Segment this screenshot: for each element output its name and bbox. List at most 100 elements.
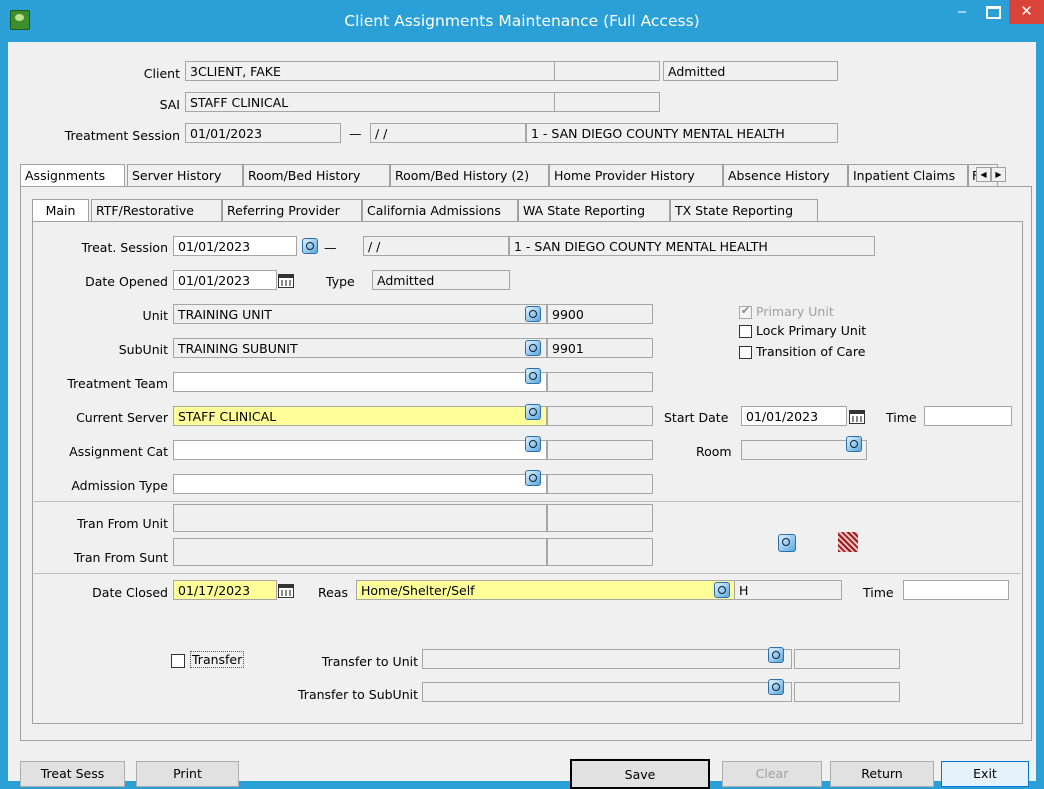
sai-field: STAFF CLINICAL (185, 92, 555, 112)
admission-type-code-field (547, 474, 653, 494)
lookup-icon[interactable] (302, 238, 318, 254)
treat-session-org-field: 1 - SAN DIEGO COUNTY MENTAL HEALTH (509, 236, 875, 256)
treat-sess-button[interactable]: Treat Sess (20, 761, 125, 787)
start-time-input[interactable] (924, 406, 1012, 426)
lookup-icon[interactable] (714, 582, 730, 598)
tab-absence-history[interactable]: Absence History (723, 164, 848, 186)
room-label: Room (696, 444, 732, 459)
maximize-button[interactable] (978, 0, 1008, 24)
tran-from-sunt-code-field (547, 538, 653, 566)
lookup-icon[interactable] (768, 647, 784, 663)
subunit-label: SubUnit (118, 342, 168, 357)
lookup-icon[interactable] (525, 306, 541, 322)
scroll-right-icon[interactable]: ▶ (991, 167, 1006, 182)
current-server-input[interactable]: STAFF CLINICAL (173, 406, 547, 426)
admission-type-label: Admission Type (71, 478, 168, 493)
treat-session-dash: — (324, 240, 337, 255)
primary-unit-label: Primary Unit (756, 304, 834, 319)
calendar-icon[interactable] (278, 274, 294, 288)
separator (32, 501, 1021, 502)
close-button[interactable]: ✕ (1009, 0, 1044, 24)
tab-wa-state-reporting[interactable]: WA State Reporting (518, 199, 670, 221)
treatment-team-code-field (547, 372, 653, 392)
calendar-icon[interactable] (849, 410, 865, 424)
window-title: Client Assignments Maintenance (Full Acc… (344, 12, 700, 30)
reas-label: Reas (318, 585, 348, 600)
treat-session-start-input[interactable]: 01/01/2023 (173, 236, 297, 256)
treatment-session-end-field: / / (370, 123, 526, 143)
closed-time-label: Time (863, 585, 894, 600)
transition-of-care-checkbox[interactable] (739, 346, 752, 359)
lookup-icon[interactable] (778, 534, 796, 552)
start-date-label: Start Date (664, 410, 729, 425)
start-time-label: Time (886, 410, 917, 425)
treatment-team-input[interactable] (173, 372, 547, 392)
tab-room-bed-history-2[interactable]: Room/Bed History (2) (390, 164, 549, 186)
scroll-left-icon[interactable]: ◀ (976, 167, 991, 182)
subunit-field: TRAINING SUBUNIT (173, 338, 547, 358)
lookup-icon[interactable] (525, 404, 541, 420)
transfer-to-subunit-label: Transfer to SubUnit (298, 687, 418, 702)
treatment-session-label: Treatment Session (64, 128, 180, 143)
reason-input[interactable]: Home/Shelter/Self (356, 580, 736, 600)
tab-california-admissions[interactable]: California Admissions (362, 199, 518, 221)
inner-tab-strip: Main RTF/Restorative Referring Provider … (32, 199, 832, 222)
treat-session-end-field: / / (363, 236, 509, 256)
unit-code-field: 9900 (547, 304, 653, 324)
exit-button[interactable]: Exit (941, 761, 1029, 787)
tab-inpatient-claims[interactable]: Inpatient Claims (848, 164, 968, 186)
transfer-to-unit-label: Transfer to Unit (321, 654, 418, 669)
outer-tab-strip: Assignments Server History Room/Bed Hist… (20, 164, 1030, 187)
calendar-icon[interactable] (278, 584, 294, 598)
date-closed-label: Date Closed (92, 585, 168, 600)
sai-blank-field (554, 92, 660, 112)
transfer-to-unit-field (422, 649, 792, 669)
separator (32, 573, 1021, 574)
lookup-icon[interactable] (525, 470, 541, 486)
closed-time-input[interactable] (903, 580, 1009, 600)
tab-server-history[interactable]: Server History (127, 164, 243, 186)
tab-assignments[interactable]: Assignments (20, 164, 125, 187)
clear-button[interactable]: Clear (722, 761, 822, 787)
date-closed-input[interactable]: 01/17/2023 (173, 580, 277, 600)
transfer-checkbox[interactable] (171, 654, 185, 668)
lookup-icon[interactable] (846, 436, 862, 452)
return-button[interactable]: Return (830, 761, 934, 787)
date-opened-input[interactable]: 01/01/2023 (173, 270, 277, 290)
minimize-button[interactable]: ‒ (948, 0, 976, 24)
tran-from-unit-code-field (547, 504, 653, 532)
unit-field: TRAINING UNIT (173, 304, 547, 324)
type-field: Admitted (372, 270, 510, 290)
tab-tx-state-reporting[interactable]: TX State Reporting (670, 199, 818, 221)
lookup-icon[interactable] (525, 436, 541, 452)
lookup-icon[interactable] (768, 679, 784, 695)
treatment-team-label: Treatment Team (67, 376, 168, 391)
window-body: Client 3CLIENT, FAKE Admitted SAI STAFF … (8, 42, 1036, 789)
lookup-icon[interactable] (525, 368, 541, 384)
lock-primary-unit-checkbox[interactable] (739, 325, 752, 338)
delete-icon[interactable] (838, 532, 858, 552)
print-button[interactable]: Print (136, 761, 239, 787)
tran-from-sunt-field (173, 538, 547, 566)
tab-referring-provider[interactable]: Referring Provider (222, 199, 362, 221)
start-date-input[interactable]: 01/01/2023 (741, 406, 847, 426)
client-label: Client (143, 66, 180, 81)
maximize-icon (985, 6, 1001, 19)
client-blank-field (554, 61, 660, 81)
tran-from-sunt-label: Tran From Sunt (73, 550, 168, 565)
assignment-cat-label: Assignment Cat (69, 444, 168, 459)
tab-room-bed-history[interactable]: Room/Bed History (243, 164, 390, 186)
tab-main[interactable]: Main (32, 199, 89, 222)
transfer-to-subunit-code-field (794, 682, 900, 702)
admission-type-input[interactable] (173, 474, 547, 494)
assignment-cat-input[interactable] (173, 440, 547, 460)
treat-session-label: Treat. Session (81, 240, 168, 255)
tab-rtf-restorative[interactable]: RTF/Restorative (91, 199, 222, 221)
client-name-field: 3CLIENT, FAKE (185, 61, 555, 81)
subunit-code-field: 9901 (547, 338, 653, 358)
transfer-to-unit-code-field (794, 649, 900, 669)
save-button[interactable]: Save (570, 759, 710, 789)
lookup-icon[interactable] (525, 340, 541, 356)
tab-home-provider-history[interactable]: Home Provider History (549, 164, 723, 186)
current-server-code-field (547, 406, 653, 426)
